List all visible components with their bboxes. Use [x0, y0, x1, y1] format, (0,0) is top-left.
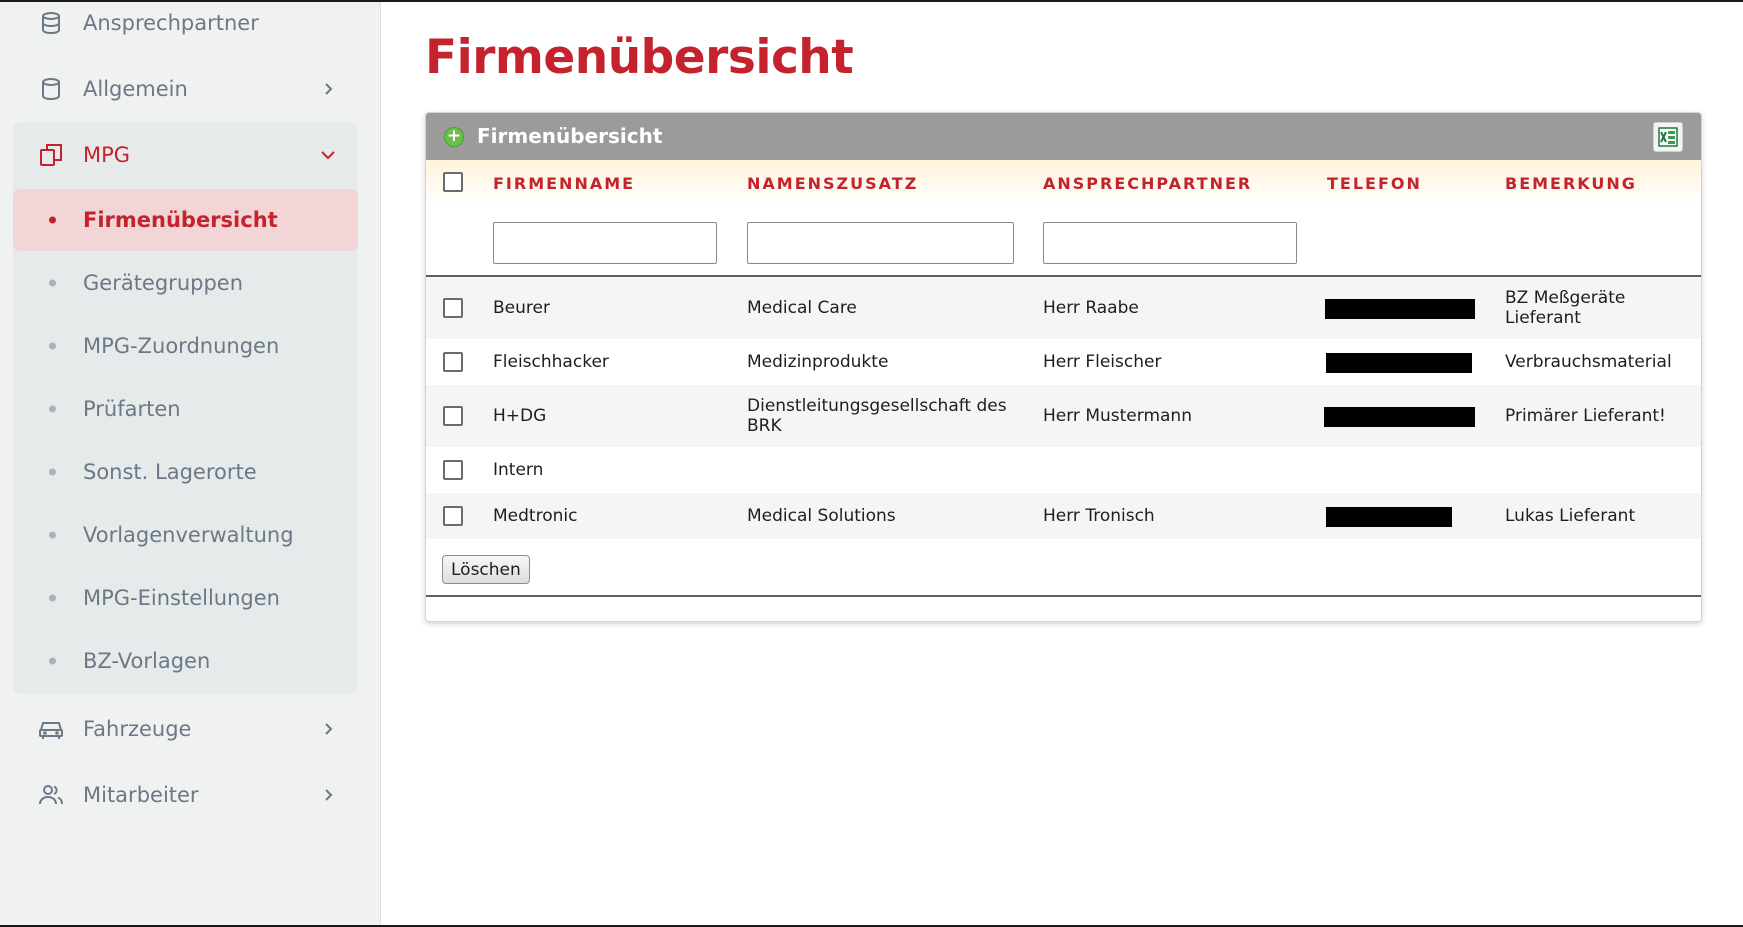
row-checkbox[interactable] — [443, 298, 463, 318]
chevron-right-icon — [318, 79, 338, 99]
bullet-icon — [49, 279, 56, 287]
column-header-telefon[interactable]: TELEFON — [1327, 174, 1422, 193]
sidebar-item-label: Fahrzeuge — [83, 717, 192, 741]
column-header-firmenname[interactable]: FIRMENNAME — [493, 174, 635, 193]
car-icon — [36, 714, 66, 744]
row-checkbox[interactable] — [443, 460, 463, 480]
bullet-icon — [49, 405, 56, 413]
sidebar: Ansprechpartner Allgemein MPG Firmenüber… — [0, 2, 381, 925]
chevron-down-icon — [318, 145, 338, 165]
column-header-namenszusatz[interactable]: NAMENSZUSATZ — [747, 174, 918, 193]
copy-icon — [36, 140, 66, 170]
filter-namenszusatz-input[interactable] — [747, 222, 1014, 264]
sidebar-subitem-label: MPG-Einstellungen — [83, 586, 280, 610]
cell-firmenname: Intern — [493, 460, 544, 480]
cell-ansprechpartner: Herr Mustermann — [1043, 406, 1192, 426]
cell-bemerkung-line: BZ Meßgeräte — [1505, 288, 1626, 308]
cell-firmenname: Medtronic — [493, 506, 578, 526]
redacted-phone — [1324, 407, 1475, 427]
table-row[interactable]: Intern — [426, 447, 1701, 493]
column-header-ansprechpartner[interactable]: ANSPRECHPARTNER — [1043, 174, 1252, 193]
sidebar-subitem-label: Firmenübersicht — [83, 208, 278, 232]
sidebar-subitem-sonst-lagerorte[interactable]: Sonst. Lagerorte — [13, 441, 358, 503]
sidebar-subitem-vorlagenverwaltung[interactable]: Vorlagenverwaltung — [13, 504, 358, 566]
sidebar-item-mitarbeiter[interactable]: Mitarbeiter — [13, 764, 358, 826]
sidebar-subitem-label: MPG-Zuordnungen — [83, 334, 280, 358]
cell-namenszusatz: Dienstleitungsgesellschaft des BRK — [747, 396, 1007, 436]
sidebar-subitem-label: Vorlagenverwaltung — [83, 523, 294, 547]
sidebar-item-allgemein[interactable]: Allgemein — [13, 58, 358, 120]
sidebar-subitem-mpg-einstellungen[interactable]: MPG-Einstellungen — [13, 567, 358, 629]
sidebar-item-ansprechpartner[interactable]: Ansprechpartner — [13, 0, 358, 54]
sidebar-subitem-label: Sonst. Lagerorte — [83, 460, 257, 484]
cell-firmenname: H+DG — [493, 406, 547, 426]
chevron-right-icon — [318, 719, 338, 739]
cell-namenszusatz-line: BRK — [747, 416, 782, 436]
sidebar-subitem-label: Gerätegruppen — [83, 271, 244, 295]
redacted-phone — [1325, 299, 1475, 319]
page-title: Firmenübersicht — [425, 30, 854, 85]
sidebar-item-label: Ansprechpartner — [83, 11, 259, 35]
cell-ansprechpartner: Herr Fleischer — [1043, 352, 1162, 372]
chevron-right-icon — [318, 785, 338, 805]
sidebar-item-mpg[interactable]: MPG — [13, 124, 358, 186]
filter-firmenname-input[interactable] — [493, 222, 717, 264]
cell-firmenname: Fleischhacker — [493, 352, 609, 372]
redacted-phone — [1326, 353, 1472, 373]
cell-namenszusatz: Medical Solutions — [747, 506, 896, 526]
sidebar-item-label: Mitarbeiter — [83, 783, 199, 807]
filter-ansprechpartner-input[interactable] — [1043, 222, 1297, 264]
bullet-icon — [49, 342, 56, 350]
table-row[interactable]: Fleischhacker Medizinprodukte Herr Fleis… — [426, 339, 1701, 385]
excel-export-icon[interactable] — [1653, 122, 1683, 152]
bullet-icon — [49, 594, 56, 602]
cell-ansprechpartner: Herr Tronisch — [1043, 506, 1155, 526]
row-checkbox[interactable] — [443, 352, 463, 372]
cell-namenszusatz-line: Dienstleitungsgesellschaft des — [747, 396, 1007, 416]
panel-header: + Firmenübersicht — [426, 113, 1701, 160]
row-checkbox[interactable] — [443, 406, 463, 426]
sidebar-item-label: MPG — [83, 143, 131, 167]
table-row[interactable]: Medtronic Medical Solutions Herr Tronisc… — [426, 493, 1701, 539]
filter-row — [426, 205, 1701, 275]
table-header: FIRMENNAME NAMENSZUSATZ ANSPRECHPARTNER … — [426, 160, 1701, 205]
bullet-icon — [49, 531, 56, 539]
cell-bemerkung-line: Lieferant — [1505, 308, 1581, 328]
table-row[interactable]: H+DG Dienstleitungsgesellschaft des BRK … — [426, 385, 1701, 447]
panel-title: Firmenübersicht — [477, 124, 663, 148]
column-header-bemerkung[interactable]: BEMERKUNG — [1505, 174, 1637, 193]
cell-bemerkung: Primärer Lieferant! — [1505, 406, 1666, 426]
sidebar-subitem-label: BZ-Vorlagen — [83, 649, 211, 673]
cell-namenszusatz: Medical Care — [747, 298, 857, 318]
row-checkbox[interactable] — [443, 506, 463, 526]
cell-ansprechpartner: Herr Raabe — [1043, 298, 1139, 318]
sidebar-subitem-bz-vorlagen[interactable]: BZ-Vorlagen — [13, 630, 358, 692]
table-row[interactable]: Beurer Medical Care Herr Raabe BZ Meßger… — [426, 277, 1701, 339]
bullet-icon — [49, 216, 56, 224]
cell-bemerkung: BZ Meßgeräte Lieferant — [1505, 288, 1625, 328]
sidebar-subitem-firmenuebersicht[interactable]: Firmenübersicht — [13, 189, 358, 251]
delete-button[interactable]: Löschen — [442, 555, 530, 584]
users-icon — [36, 780, 66, 810]
cell-namenszusatz: Medizinprodukte — [747, 352, 889, 372]
cell-bemerkung: Verbrauchsmaterial — [1505, 352, 1672, 372]
company-table-panel: + Firmenübersicht FIRMENNAME NAMENSZUSAT… — [425, 112, 1702, 622]
bullet-icon — [49, 468, 56, 476]
bullet-icon — [49, 657, 56, 665]
cell-bemerkung: Lukas Lieferant — [1505, 506, 1636, 526]
sidebar-subitem-mpg-zuordnungen[interactable]: MPG-Zuordnungen — [13, 315, 358, 377]
sidebar-subitem-pruefarten[interactable]: Prüfarten — [13, 378, 358, 440]
sidebar-subitem-label: Prüfarten — [83, 397, 181, 421]
sidebar-subitem-geraetegruppen[interactable]: Gerätegruppen — [13, 252, 358, 314]
add-icon[interactable]: + — [444, 127, 464, 147]
cell-firmenname: Beurer — [493, 298, 550, 318]
database-icon — [36, 8, 66, 38]
sidebar-item-label: Allgemein — [83, 77, 188, 101]
sidebar-item-fahrzeuge[interactable]: Fahrzeuge — [13, 698, 358, 760]
divider — [426, 595, 1701, 597]
cylinder-icon — [36, 74, 66, 104]
redacted-phone — [1326, 507, 1452, 527]
select-all-checkbox[interactable] — [443, 172, 463, 192]
